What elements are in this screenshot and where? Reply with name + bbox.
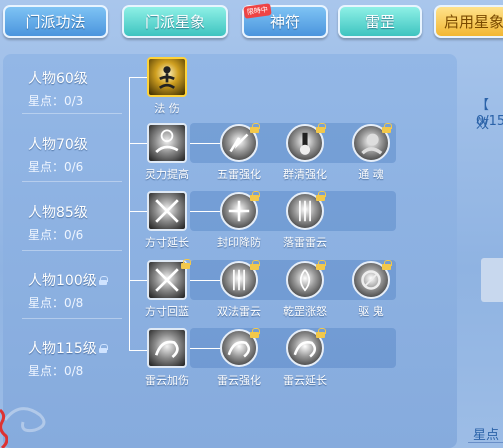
skill-spirit-boost[interactable] <box>147 123 187 163</box>
tab-talisman[interactable]: 限時中 神符 <box>242 3 328 38</box>
skill-name: 五雷强化 <box>217 168 261 181</box>
lock-icon <box>382 260 392 270</box>
lock-icon <box>316 123 326 133</box>
row-divider <box>22 181 122 182</box>
tree-trunk-line <box>129 77 130 350</box>
skill-name: 法 伤 <box>154 102 180 115</box>
star-count: 星点：0/6 <box>28 228 84 242</box>
level-label: 人物115级 <box>28 341 97 357</box>
skill-name: 乾罡涨怒 <box>283 305 327 318</box>
lock-icon <box>250 328 260 338</box>
skill-fangcun-extend[interactable] <box>147 191 187 231</box>
skill-name: 雷云强化 <box>217 374 261 387</box>
skill-link-line <box>190 348 220 349</box>
tab-sect-skills[interactable]: 门派功法 <box>3 5 108 38</box>
skill-name: 双法雷云 <box>217 305 261 318</box>
skill-name: 封印降防 <box>217 236 261 249</box>
star-points-link[interactable]: 星点 <box>473 424 499 443</box>
level-label: 人物70级 <box>28 137 88 153</box>
cloud-icon <box>154 340 179 359</box>
skill-name: 落雷雷云 <box>283 236 327 249</box>
level-label: 人物60级 <box>28 71 88 87</box>
star-count: 星点：0/8 <box>28 364 84 378</box>
lock-icon <box>316 328 326 338</box>
meditation-icon <box>158 66 176 89</box>
row-level-60: 人物60级 星点：0/3 <box>28 68 128 109</box>
cross-slash-icon <box>155 199 179 223</box>
game-window: 门派功法 门派星象 限時中 神符 雷罡 启用星象 人物60级 星点：0/3 人物… <box>0 0 503 448</box>
skill-name: 雷云加伤 <box>145 374 189 387</box>
level-label: 人物100级 <box>28 273 97 289</box>
tree-branch-line <box>129 350 147 351</box>
lock-icon <box>98 343 108 353</box>
cross-slash-icon <box>155 268 179 292</box>
star-count: 星点：0/6 <box>28 160 84 174</box>
tree-branch-line <box>129 77 147 78</box>
level-label: 人物85级 <box>28 205 88 221</box>
lock-icon <box>250 260 260 270</box>
star-count: 星点：0/3 <box>28 94 84 108</box>
skill-name: 群清强化 <box>283 168 327 181</box>
skill-magic-damage[interactable] <box>147 57 187 97</box>
tab-thunder[interactable]: 雷罡 <box>338 5 422 38</box>
lock-icon <box>250 123 260 133</box>
tree-branch-line <box>129 280 147 281</box>
skill-name: 方寸延长 <box>145 236 189 249</box>
row-divider <box>22 250 122 251</box>
row-divider <box>22 318 122 319</box>
row-level-70: 人物70级 星点：0/6 <box>28 134 128 175</box>
lock-icon <box>98 275 108 285</box>
skill-name: 雷云延长 <box>283 374 327 387</box>
tab-activate-stars[interactable]: 启用星象 <box>434 5 503 38</box>
lock-icon <box>316 260 326 270</box>
link-underline <box>468 442 503 443</box>
star-count: 星点：0/8 <box>28 296 84 310</box>
skill-link-line <box>190 143 220 144</box>
hand-sigil-icon <box>155 129 179 154</box>
skill-link-line <box>190 280 220 281</box>
tree-branch-line <box>129 211 147 212</box>
lock-icon <box>382 123 392 133</box>
lock-icon <box>181 259 191 269</box>
cloud-swirl-decoration <box>3 407 46 433</box>
skill-thunder-cloud-damage[interactable] <box>147 328 187 368</box>
row-level-100: 人物100级 星点：0/8 <box>28 270 128 311</box>
side-button[interactable] <box>481 258 503 302</box>
skill-name: 通 魂 <box>358 168 384 181</box>
row-level-85: 人物85级 星点：0/6 <box>28 202 128 243</box>
lock-icon <box>250 191 260 201</box>
tree-branch-line <box>129 143 147 144</box>
skill-name: 方寸回蓝 <box>145 305 189 318</box>
skill-name: 驱 鬼 <box>358 305 384 318</box>
lock-icon <box>316 191 326 201</box>
skill-name: 灵力提高 <box>145 168 189 181</box>
effect-progress: 0/15 <box>476 114 503 129</box>
red-ribbon-decoration <box>0 408 8 448</box>
skill-link-line <box>190 211 220 212</box>
limited-time-badge: 限時中 <box>243 3 272 19</box>
tab-sect-stars[interactable]: 门派星象 <box>122 5 228 38</box>
row-level-115: 人物115级 星点：0/8 <box>28 338 128 379</box>
row-divider <box>22 113 122 114</box>
